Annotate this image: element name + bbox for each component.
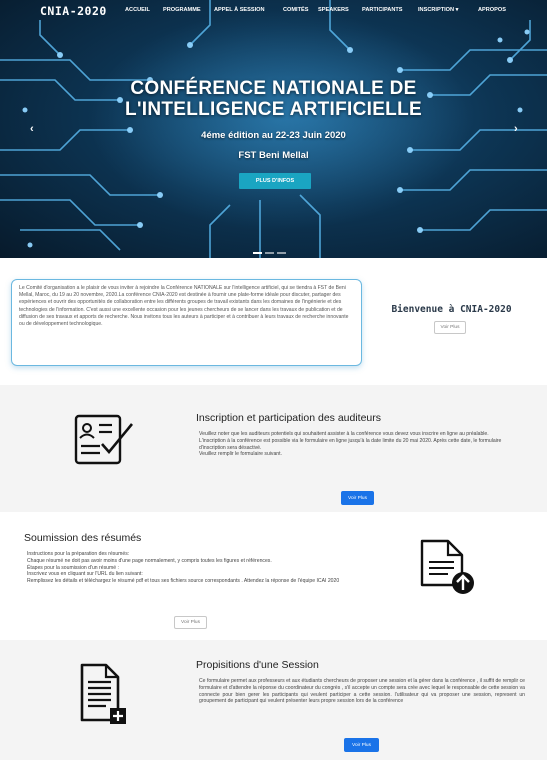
resumes-more-button[interactable]: Voir Plus: [174, 616, 207, 629]
session-more-button[interactable]: Voir Plus: [344, 738, 379, 752]
resumes-line: Chaque résumé ne doit pas avoir moins d'…: [27, 557, 272, 564]
nav-participants[interactable]: PARTICIPANTS: [362, 7, 403, 13]
hero-carousel: CNIA-2020 ACCUEIL PROGRAMME APPEL À SESS…: [0, 0, 547, 258]
inscription-line: Veuillez remplir le formulaire suivant.: [199, 451, 282, 458]
session-title: Propisitions d'une Session: [196, 659, 319, 671]
inscription-more-button[interactable]: Voir Plus: [341, 491, 374, 505]
form-checklist-icon: [74, 414, 134, 465]
brand-logo[interactable]: CNIA-2020: [40, 4, 107, 18]
nav-apropos[interactable]: APROPOS: [478, 7, 506, 13]
carousel-indicators: [253, 252, 286, 254]
resumes-line: Inscrivez vous en cliquant sur l'URL du …: [27, 571, 143, 578]
carousel-indicator[interactable]: [277, 252, 286, 254]
nav-programme[interactable]: PROGRAMME: [163, 7, 201, 13]
hero-title-line1: CONFÉRENCE NATIONALE DE: [130, 78, 417, 99]
carousel-prev-icon[interactable]: ‹: [30, 123, 34, 135]
welcome-more-button[interactable]: Voir Plus: [434, 321, 466, 334]
nav-accueil[interactable]: ACCUEIL: [125, 7, 150, 13]
welcome-paragraph: Le Comité d'organisation a le plaisir de…: [19, 285, 349, 328]
hero-location: FST Beni Mellal: [238, 150, 309, 161]
inscription-text: Veuillez noter que les auditeurs potenti…: [199, 431, 524, 458]
top-navigation: CNIA-2020 ACCUEIL PROGRAMME APPEL À SESS…: [0, 0, 547, 22]
more-info-button[interactable]: PLUS D'INFOS: [239, 173, 311, 189]
page: CNIA-2020 ACCUEIL PROGRAMME APPEL À SESS…: [0, 0, 547, 760]
nav-inscription-dropdown[interactable]: INSCRIPTION ▾: [418, 7, 458, 13]
document-add-icon: [80, 663, 126, 724]
session-section: Propisitions d'une Session Ce formulaire…: [0, 640, 547, 760]
session-text: Ce formulaire permet aux professeurs et …: [199, 678, 525, 705]
resumes-title: Soumission des résumés: [24, 532, 142, 544]
circuit-background: [0, 0, 547, 258]
nav-appel-session[interactable]: APPEL À SESSION: [214, 7, 265, 13]
resumes-line: Instructions pour la préparation des rés…: [27, 551, 130, 557]
carousel-indicator[interactable]: [265, 252, 274, 254]
carousel-next-icon[interactable]: ›: [514, 123, 518, 135]
welcome-text-box: Le Comité d'organisation a le plaisir de…: [11, 279, 362, 366]
nav-speakers[interactable]: SPEAKERS: [318, 7, 349, 13]
resumes-line: Étapes pour la soumission d'un résumé :: [27, 564, 119, 571]
resumes-section: Soumission des résumés Instructions pour…: [0, 512, 547, 640]
resumes-text: Instructions pour la préparation des rés…: [27, 551, 357, 585]
welcome-title: Bienvenue à CNIA-2020: [391, 304, 512, 315]
hero-title-line2: L'INTELLIGENCE ARTIFICIELLE: [125, 99, 422, 120]
resumes-line: Remplissez les détails et téléchargez le…: [27, 578, 340, 585]
hero-subtitle: 4éme édition au 22-23 Juin 2020: [201, 130, 346, 141]
inscription-line: L'inscription à la conférence est possib…: [199, 437, 502, 451]
nav-comites[interactable]: COMITÉS: [283, 7, 308, 13]
carousel-indicator[interactable]: [253, 252, 262, 254]
inscription-section: Inscription et participation des auditeu…: [0, 385, 547, 512]
inscription-title: Inscription et participation des auditeu…: [196, 412, 382, 424]
inscription-line: Veuillez noter que les auditeurs potenti…: [199, 431, 489, 437]
document-upload-icon: [420, 539, 474, 594]
